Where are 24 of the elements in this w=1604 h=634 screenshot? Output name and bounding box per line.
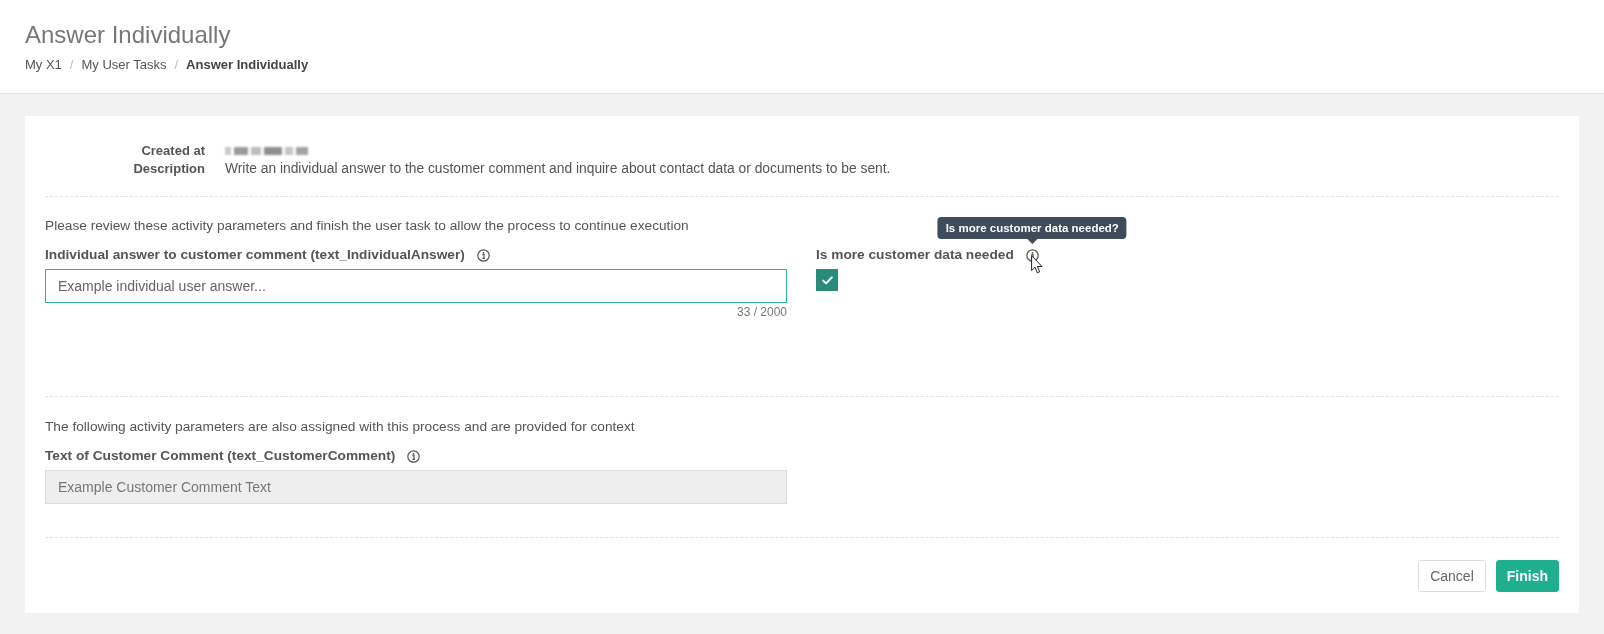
text-input[interactable]: Example individual user answer...: [45, 269, 787, 303]
mouse-pointer-icon: [1030, 254, 1043, 274]
breadcrumb-link[interactable]: My X1: [25, 56, 62, 74]
field-label: Is more customer data needed: [816, 246, 1014, 264]
current-page-label: Answer Individually: [186, 56, 309, 74]
field-label: Individual answer to customer comment (text_IndividualAnswer): [45, 246, 465, 264]
breadcrumb-separator: /: [174, 56, 179, 74]
page-title: Answer Individually: [25, 20, 231, 50]
info-icon[interactable]: [476, 248, 490, 262]
breadcrumb-link[interactable]: My User Tasks: [81, 56, 167, 74]
checkbox[interactable]: [816, 269, 838, 291]
cancel-button[interactable]: Cancel: [1418, 560, 1486, 592]
info-icon[interactable]: [1025, 248, 1039, 262]
field-label: Text of Customer Comment (text_CustomerComment): [45, 447, 396, 465]
section-intro: Please review these activity parameters and finish the user task to allow the process to continue execution: [45, 217, 689, 235]
check-icon: [821, 275, 833, 285]
character-counter: 33 / 2000: [736, 305, 787, 319]
breadcrumb-separator: /: [69, 56, 74, 74]
detail-label: Description: [133, 160, 205, 178]
info-icon[interactable]: [407, 449, 421, 463]
detail-value: Write an individual answer to the customer comment and inquire about contact data or documents to be sent.: [225, 160, 891, 178]
detail-label: Created at: [141, 142, 205, 160]
section-intro: The following activity parameters are also assigned with this process and are provided for context: [45, 418, 635, 436]
tooltip: Is more customer data needed?: [937, 216, 1127, 244]
